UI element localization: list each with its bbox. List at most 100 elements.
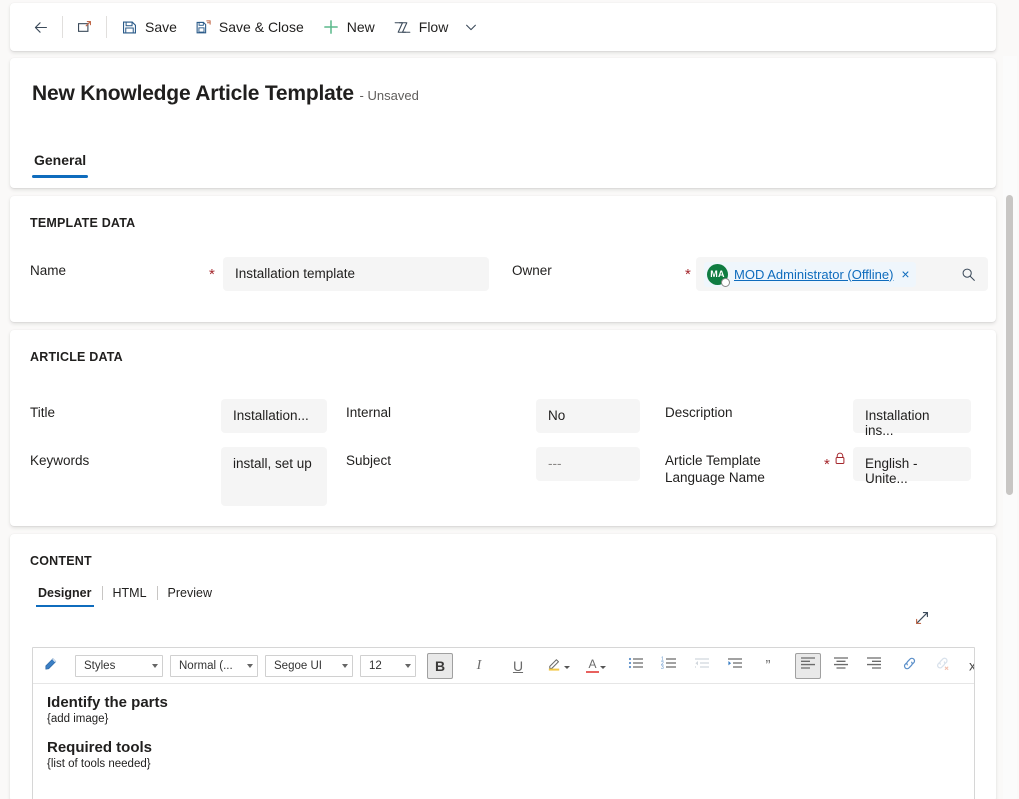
owner-search-icon[interactable]: [955, 267, 982, 282]
chevron-down-icon: [405, 663, 411, 668]
save-and-close-button[interactable]: Save & Close: [186, 9, 313, 45]
article-template-language-name-label: Article Template Language Name: [665, 453, 765, 485]
command-separator-2: [106, 16, 107, 38]
font-color-icon: A: [586, 658, 599, 674]
page-scrollbar-track[interactable]: [1003, 56, 1017, 799]
tab-designer-label: Designer: [38, 586, 92, 600]
highlight-color-icon: [546, 655, 563, 677]
description-input[interactable]: Installation ins...: [853, 399, 971, 438]
flow-overflow-button[interactable]: [457, 9, 485, 45]
align-center-icon: [833, 655, 849, 676]
rich-text-editor: Styles Normal (... Segoe UI 12 B I U A 1…: [32, 647, 975, 799]
increase-indent-button[interactable]: [722, 653, 748, 679]
pop-out-button[interactable]: [68, 9, 101, 45]
link-icon: [901, 655, 918, 677]
save-icon: [121, 19, 138, 36]
name-required-indicator: *: [209, 266, 215, 283]
article-data-section-title: ARTICLE DATA: [30, 350, 123, 364]
tab-general-label: General: [34, 152, 87, 168]
decrease-indent-button[interactable]: [689, 653, 715, 679]
tab-preview[interactable]: Preview: [162, 582, 218, 607]
editor-content-area[interactable]: Identify the parts {add image} Required …: [33, 684, 974, 799]
svg-text:3: 3: [661, 665, 664, 671]
styles-dropdown[interactable]: Styles: [75, 654, 163, 677]
expand-editor-button[interactable]: [910, 608, 934, 632]
bulleted-list-icon: [628, 655, 644, 676]
flow-icon: [393, 18, 412, 37]
decrease-indent-icon: [694, 655, 710, 676]
subject-input[interactable]: ---: [536, 447, 640, 481]
font-size-dropdown[interactable]: 12: [360, 654, 416, 677]
internal-input-value: No: [548, 408, 566, 423]
command-bar: Save Save & Close New Flow: [10, 3, 996, 51]
italic-button[interactable]: I: [466, 653, 492, 679]
tab-html[interactable]: HTML: [107, 582, 153, 607]
name-input[interactable]: Installation template: [223, 257, 489, 291]
superscript-icon: x2: [969, 658, 974, 673]
chevron-down-icon: [600, 665, 606, 669]
lock-icon: [834, 452, 846, 470]
keywords-input[interactable]: install, set up: [221, 447, 327, 506]
format-painter-button[interactable]: [38, 653, 64, 679]
form-header-card: New Knowledge Article Template - Unsaved…: [10, 58, 996, 188]
article-template-language-name-input[interactable]: English - Unite...: [853, 447, 971, 486]
underline-button[interactable]: U: [505, 653, 531, 679]
font-color-swatch: [586, 670, 599, 674]
numbered-list-icon: 1 2 3: [661, 655, 677, 676]
subtab-separator-1: [101, 586, 103, 600]
expand-diagonal-icon: [913, 609, 931, 632]
back-button[interactable]: [24, 9, 57, 45]
superscript-button[interactable]: x2: [962, 653, 974, 679]
increase-indent-icon: [727, 655, 743, 676]
align-center-button[interactable]: [828, 653, 854, 679]
paragraph-format-label: Normal (...: [179, 659, 233, 672]
tab-general[interactable]: General: [32, 146, 89, 178]
plus-icon: [322, 18, 340, 36]
bold-label: B: [434, 657, 446, 674]
owner-remove-icon[interactable]: ×: [899, 267, 911, 281]
owner-field-label: Owner: [512, 263, 552, 278]
page-title: New Knowledge Article Template - Unsaved: [32, 82, 419, 106]
editor-toolbar: Styles Normal (... Segoe UI 12 B I U A 1…: [33, 648, 974, 684]
unlink-icon: [934, 655, 951, 677]
remove-link-button[interactable]: [929, 653, 955, 679]
align-right-button[interactable]: [861, 653, 887, 679]
tab-html-label: HTML: [112, 586, 147, 600]
tab-designer[interactable]: Designer: [32, 582, 98, 607]
description-field-label: Description: [665, 405, 733, 420]
content-section: CONTENT Designer HTML Preview Styles Nor…: [10, 534, 996, 799]
paragraph-format-dropdown[interactable]: Normal (...: [170, 654, 258, 677]
insert-link-button[interactable]: [896, 653, 922, 679]
form-tabstrip: General: [32, 146, 108, 178]
align-left-button[interactable]: [795, 652, 821, 679]
font-family-dropdown[interactable]: Segoe UI: [265, 654, 353, 677]
underline-label: U: [512, 657, 524, 674]
owner-lookup[interactable]: MA MOD Administrator (Offline) ×: [696, 257, 988, 291]
highlight-color-button[interactable]: [544, 653, 573, 679]
owner-name-link[interactable]: MOD Administrator (Offline): [734, 267, 893, 282]
internal-input[interactable]: No: [536, 399, 640, 433]
owner-pill[interactable]: MA MOD Administrator (Offline) ×: [704, 261, 916, 287]
bold-button[interactable]: B: [427, 652, 453, 679]
subject-input-value: ---: [548, 456, 562, 471]
flow-button[interactable]: Flow: [384, 9, 458, 45]
save-and-close-label: Save & Close: [218, 19, 304, 35]
save-and-close-icon: [195, 19, 212, 36]
blockquote-icon: ”: [765, 656, 771, 674]
font-color-button[interactable]: A: [584, 656, 609, 675]
page-scrollbar-thumb[interactable]: [1006, 195, 1013, 495]
chevron-down-icon: [247, 663, 253, 668]
bulleted-list-button[interactable]: [623, 653, 649, 679]
article-data-section: ARTICLE DATA Title Installation... Inter…: [10, 330, 996, 526]
title-input-value: Installation...: [233, 408, 309, 423]
blockquote-button[interactable]: ”: [755, 653, 781, 679]
template-data-section: TEMPLATE DATA Name * Installation templa…: [10, 196, 996, 322]
new-button[interactable]: New: [313, 9, 384, 45]
numbered-list-button[interactable]: 1 2 3: [656, 653, 682, 679]
name-input-value: Installation template: [235, 266, 356, 281]
save-button[interactable]: Save: [112, 9, 186, 45]
description-input-value: Installation ins...: [865, 408, 930, 438]
title-input[interactable]: Installation...: [221, 399, 327, 433]
format-painter-icon: [43, 655, 60, 677]
page-title-text: New Knowledge Article Template: [32, 82, 354, 105]
